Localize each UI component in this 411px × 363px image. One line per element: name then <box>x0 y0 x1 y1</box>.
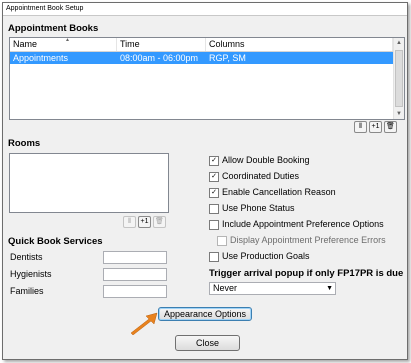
appearance-options-button[interactable]: Appearance Options <box>158 307 252 321</box>
column-header-name[interactable]: Name <box>10 38 117 51</box>
appointment-book-setup-window: Appointment Book Setup Appointment Books… <box>2 2 408 360</box>
checkbox-icon[interactable]: ✓ <box>209 188 219 198</box>
rooms-delete-icon[interactable]: 🗑 <box>153 216 166 228</box>
vertical-scrollbar[interactable]: ▲ ▼ <box>393 38 404 119</box>
families-field[interactable] <box>103 285 167 298</box>
dentists-field[interactable] <box>103 251 167 264</box>
table-row[interactable]: Appointments 08:00am - 06:00pm RGP, SM <box>10 52 393 64</box>
appointment-books-heading: Appointment Books <box>8 23 99 34</box>
rooms-columns-icon[interactable]: ⫴ <box>123 216 136 228</box>
dentists-label: Dentists <box>10 252 43 262</box>
scroll-up-icon[interactable]: ▲ <box>394 38 404 48</box>
row-name: Appointments <box>13 53 69 63</box>
books-add-icon[interactable]: +1 <box>369 121 382 133</box>
row-time: 08:00am - 06:00pm <box>120 53 199 63</box>
column-header-time[interactable]: Time <box>117 38 206 51</box>
checkbox-icon[interactable]: ✓ <box>209 156 219 166</box>
sort-indicator-icon: ▲ <box>65 37 70 43</box>
rooms-list[interactable] <box>9 153 169 213</box>
appointment-books-list[interactable]: Name ▲ Time Columns Appointments 08:00am… <box>9 37 405 120</box>
checkbox-icon[interactable]: ✓ <box>209 172 219 182</box>
select-value: Never <box>213 283 238 293</box>
hygienists-label: Hygienists <box>10 269 52 279</box>
rooms-heading: Rooms <box>8 138 41 149</box>
checkbox-icon[interactable] <box>209 204 219 214</box>
annotation-arrow-icon <box>130 312 158 335</box>
books-columns-icon[interactable]: ⫴ <box>354 121 367 133</box>
trigger-arrival-select[interactable]: Never ▼ <box>209 282 336 295</box>
books-delete-icon[interactable]: 🗑 <box>384 121 397 133</box>
families-label: Families <box>10 286 44 296</box>
checkbox-icon[interactable] <box>209 252 219 262</box>
column-header-columns[interactable]: Columns <box>206 38 393 51</box>
trigger-arrival-label: Trigger arrival popup if only FP17PR is … <box>209 268 404 279</box>
window-title: Appointment Book Setup <box>3 3 407 16</box>
quick-book-heading: Quick Book Services <box>8 236 103 247</box>
checkbox-icon[interactable] <box>209 220 219 230</box>
scroll-down-icon[interactable]: ▼ <box>394 109 404 119</box>
close-button[interactable]: Close <box>175 335 240 351</box>
hygienists-field[interactable] <box>103 268 167 281</box>
rooms-add-icon[interactable]: +1 <box>138 216 151 228</box>
scroll-thumb[interactable] <box>395 50 403 107</box>
checkbox-icon[interactable] <box>217 236 227 246</box>
list-header: Name ▲ Time Columns <box>10 37 404 52</box>
row-columns: RGP, SM <box>209 53 246 63</box>
chevron-down-icon[interactable]: ▼ <box>326 283 333 294</box>
